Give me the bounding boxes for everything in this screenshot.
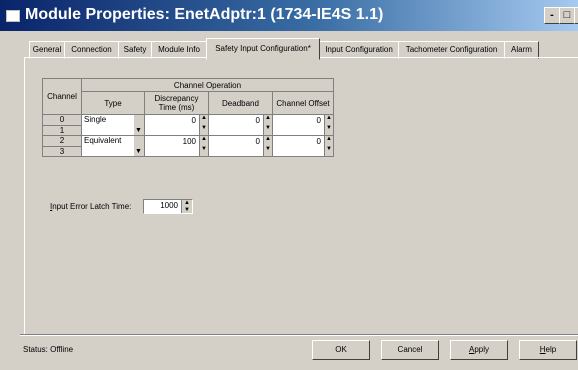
- channel-1: 1: [42, 124, 82, 136]
- status-text: Status: Offline: [23, 345, 74, 354]
- tab-safety-input-configuration[interactable]: Safety Input Configuration*: [206, 38, 320, 60]
- dropdown-arrow-icon[interactable]: ▼: [133, 115, 144, 135]
- spin-arrows-icon[interactable]: ▲ ▼: [324, 115, 333, 135]
- cancel-button[interactable]: Cancel: [381, 340, 439, 360]
- col-type: Type: [81, 91, 145, 115]
- latch-time-label: Input Error Latch Time:: [50, 202, 132, 211]
- channel-grid: Channel Channel Operation Type Discrepan…: [42, 78, 334, 157]
- col-discrepancy: Discrepancy Time (ms): [144, 91, 209, 115]
- discrepancy-value: 0: [191, 116, 196, 125]
- offset-spinner-1[interactable]: 0 ▲ ▼: [272, 135, 334, 157]
- offset-spinner-0[interactable]: 0 ▲ ▼: [272, 114, 334, 136]
- help-button[interactable]: Help: [519, 340, 577, 360]
- type-value: Single: [84, 115, 107, 124]
- col-channel-offset: Channel Offset: [272, 91, 334, 115]
- dropdown-arrow-icon[interactable]: ▼: [133, 136, 144, 156]
- type-value: Equivalent: [84, 136, 122, 145]
- spin-arrows-icon[interactable]: ▲ ▼: [181, 200, 192, 213]
- discrepancy-spinner-1[interactable]: 100 ▲ ▼: [144, 135, 209, 157]
- channel-2: 2: [42, 135, 82, 147]
- deadband-value: 0: [255, 137, 260, 146]
- ok-button[interactable]: OK: [312, 340, 370, 360]
- discrepancy-spinner-0[interactable]: 0 ▲ ▼: [144, 114, 209, 136]
- spin-arrows-icon[interactable]: ▲ ▼: [263, 136, 272, 156]
- col-channel: Channel: [42, 78, 82, 115]
- latch-time-value: 1000: [160, 201, 178, 210]
- dialog-window: Module Properties: EnetAdptr:1 (1734-IE4…: [0, 0, 578, 370]
- deadband-value: 0: [255, 116, 260, 125]
- apply-button[interactable]: Apply: [450, 340, 508, 360]
- channel-operation-header: Channel Operation: [81, 78, 334, 92]
- minimize-button[interactable]: -: [544, 7, 560, 24]
- close-button[interactable]: x: [574, 7, 578, 24]
- spin-arrows-icon[interactable]: ▲ ▼: [199, 136, 208, 156]
- latch-time-spinner[interactable]: 1000 ▲ ▼: [143, 199, 193, 214]
- type-select-1[interactable]: Equivalent ▼: [81, 135, 145, 157]
- deadband-spinner-0[interactable]: 0 ▲ ▼: [208, 114, 273, 136]
- discrepancy-value: 100: [182, 137, 196, 146]
- window-title: Module Properties: EnetAdptr:1 (1734-IE4…: [25, 6, 384, 23]
- maximize-button[interactable]: □: [559, 7, 575, 24]
- deadband-spinner-1[interactable]: 0 ▲ ▼: [208, 135, 273, 157]
- divider: [20, 334, 578, 336]
- type-select-0[interactable]: Single ▼: [81, 114, 145, 136]
- spin-arrows-icon[interactable]: ▲ ▼: [324, 136, 333, 156]
- channel-3: 3: [42, 145, 82, 157]
- title-bar[interactable]: Module Properties: EnetAdptr:1 (1734-IE4…: [0, 0, 578, 31]
- tab-strip: General Connection Safety Module Info Sa…: [0, 38, 578, 60]
- spin-arrows-icon[interactable]: ▲ ▼: [263, 115, 272, 135]
- offset-value: 0: [316, 116, 321, 125]
- window-icon: [6, 10, 20, 22]
- channel-0: 0: [42, 114, 82, 126]
- spin-arrows-icon[interactable]: ▲ ▼: [199, 115, 208, 135]
- col-deadband: Deadband: [208, 91, 273, 115]
- offset-value: 0: [316, 137, 321, 146]
